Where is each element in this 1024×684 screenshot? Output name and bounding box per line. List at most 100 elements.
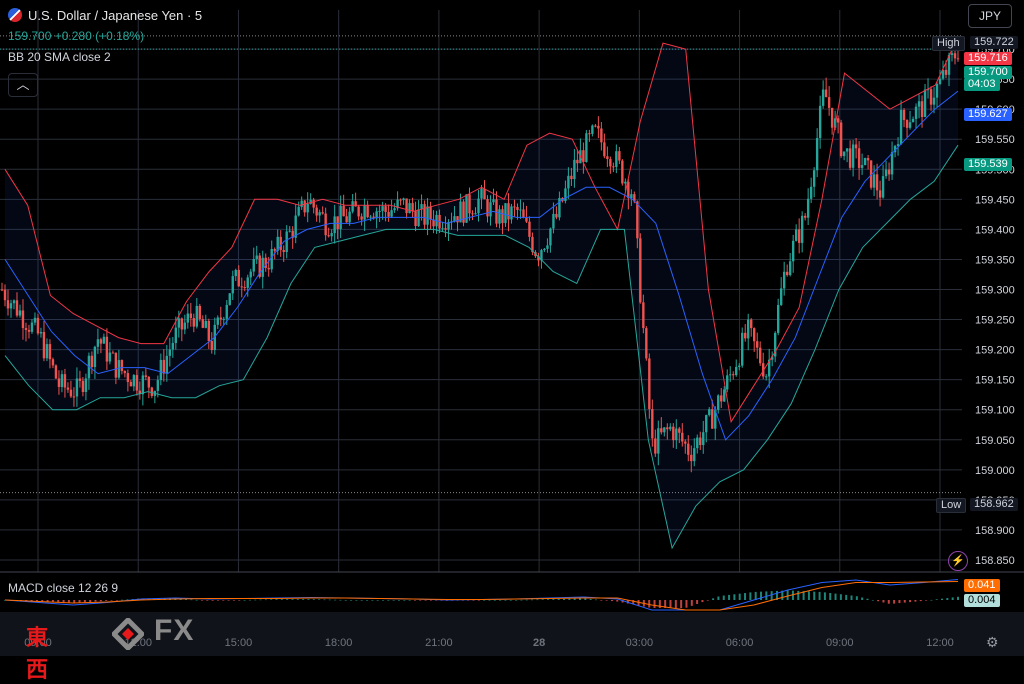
candle-body — [129, 381, 133, 387]
candle-body — [315, 207, 318, 216]
candle-body — [30, 322, 34, 332]
candle-body — [303, 200, 306, 213]
macd-histogram-bar — [195, 599, 198, 601]
candle-body — [851, 144, 855, 168]
macd-histogram-bar — [477, 600, 480, 601]
countdown-tag: 04:03 — [964, 78, 1000, 91]
low-label: Low — [936, 498, 967, 513]
candle-body — [830, 107, 834, 128]
collapse-legend-button[interactable]: ︿ — [8, 73, 38, 97]
candle-body — [327, 235, 330, 237]
candle-body — [384, 206, 387, 212]
macd-histogram-bar — [99, 600, 102, 602]
macd-histogram-bar — [509, 600, 512, 601]
candle-body — [747, 319, 750, 339]
candle-body — [318, 212, 321, 216]
candle-body — [174, 327, 178, 344]
candle-body — [839, 122, 843, 157]
candle-body — [348, 211, 351, 223]
macd-histogram-bar — [930, 599, 933, 601]
y-tick-label: 159.450 — [975, 194, 1015, 206]
high-label: High — [932, 36, 965, 51]
candle-body — [660, 428, 663, 433]
candle-body — [228, 293, 231, 305]
macd-histogram-bar — [957, 596, 959, 600]
macd-histogram-bar — [893, 600, 896, 604]
lightning-icon[interactable]: ⚡ — [948, 551, 968, 571]
macd-histogram-bar — [307, 599, 310, 600]
candle-body — [621, 160, 624, 184]
candle-body — [243, 287, 246, 289]
macd-histogram-bar — [328, 599, 331, 601]
bollinger-legend[interactable]: BB 20 SMA close 2 — [8, 50, 111, 64]
candle-body — [920, 101, 924, 118]
candle-body — [51, 359, 55, 366]
macd-histogram-bar — [887, 600, 890, 604]
candle-body — [666, 427, 669, 430]
candle-body — [720, 395, 723, 402]
gear-icon[interactable]: ⚙ — [986, 634, 999, 651]
macd-histogram-bar — [206, 600, 209, 601]
candle-body — [93, 346, 97, 368]
candle-body — [120, 360, 124, 372]
macd-legend[interactable]: MACD close 12 26 9 — [8, 581, 118, 595]
candle-body — [195, 305, 198, 327]
macd-histogram-bar — [227, 600, 230, 601]
candle-body — [204, 320, 207, 328]
candle-body — [845, 148, 849, 152]
candle-body — [198, 305, 201, 320]
macd-histogram-bar — [706, 600, 709, 601]
candle-body — [944, 69, 948, 75]
candle-body — [114, 352, 118, 378]
upper-band-tag: 159.716 — [964, 52, 1012, 65]
candle-body — [357, 206, 360, 217]
candle-body — [123, 371, 127, 374]
macd-histogram-bar — [488, 600, 491, 601]
candle-body — [765, 376, 768, 378]
candle-body — [630, 194, 633, 199]
symbol-title[interactable]: U.S. Dollar / Japanese Yen · 5 — [8, 8, 202, 23]
candle-body — [863, 158, 867, 166]
candle-body — [504, 203, 507, 224]
candle-body — [950, 53, 954, 55]
candle-body — [345, 216, 348, 223]
candle-body — [279, 236, 282, 251]
macd-histogram-bar — [690, 600, 693, 606]
macd-histogram-bar — [669, 600, 672, 608]
candle-body — [156, 380, 160, 391]
candle-body — [914, 106, 918, 119]
macd-histogram-bar — [483, 600, 486, 601]
candle-body — [399, 199, 402, 201]
y-tick-label: 159.400 — [975, 224, 1015, 236]
candle-body — [102, 336, 106, 344]
macd-histogram-bar — [797, 590, 800, 600]
chevron-up-icon: ︿ — [16, 77, 30, 92]
candle-body — [690, 454, 693, 462]
currency-selector[interactable]: JPY — [968, 4, 1012, 28]
macd-histogram-bar — [211, 600, 214, 601]
candle-body — [132, 375, 136, 387]
chart-canvas[interactable]: 159.700159.650159.600159.550159.500159.4… — [0, 0, 1024, 656]
macd-histogram-bar — [935, 599, 938, 600]
candle-body — [726, 375, 729, 390]
candle-body — [585, 133, 588, 162]
high-value: 159.722 — [970, 36, 1018, 49]
macd-histogram-bar — [318, 599, 321, 600]
candle-body — [654, 438, 657, 454]
candle-body — [507, 203, 510, 220]
macd-histogram-bar — [578, 598, 581, 600]
macd-histogram-bar — [190, 599, 193, 601]
candle-body — [800, 215, 804, 243]
candle-body — [528, 221, 531, 237]
candle-body — [525, 217, 528, 222]
macd-histogram-bar — [584, 598, 587, 600]
macd-histogram-bar — [547, 599, 550, 600]
candle-body — [699, 437, 702, 446]
candle-body — [312, 199, 315, 208]
candle-body — [953, 53, 957, 59]
basis-tag: 159.627 — [964, 108, 1012, 121]
candle-body — [618, 151, 621, 161]
candle-body — [483, 188, 486, 200]
macd-histogram-bar — [834, 593, 837, 600]
candle-body — [150, 387, 154, 396]
